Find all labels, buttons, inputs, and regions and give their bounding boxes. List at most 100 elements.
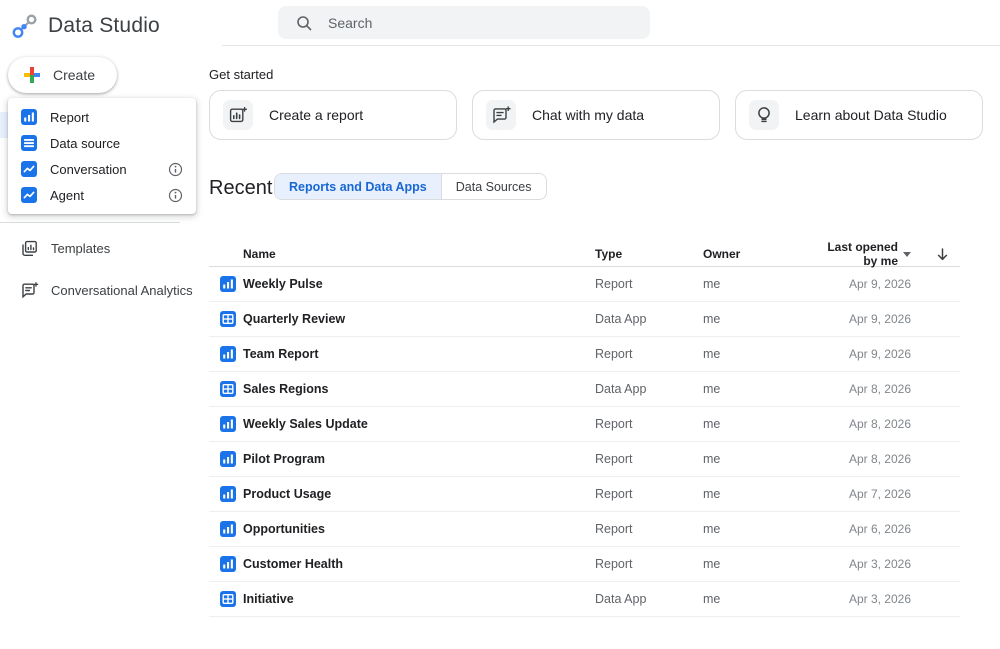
create-menu: Report Data source Conversation Agent xyxy=(8,98,196,214)
report-icon xyxy=(220,276,236,292)
home-link[interactable]: Data Studio xyxy=(10,11,160,41)
get-started-title: Get started xyxy=(209,67,273,82)
report-icon xyxy=(220,486,236,502)
data-source-icon xyxy=(21,135,37,151)
table-row[interactable]: Weekly Sales Update Report me Apr 8, 202… xyxy=(209,407,960,442)
conversational-analytics-icon xyxy=(20,281,39,300)
row-name: Initiative xyxy=(243,592,294,606)
report-icon xyxy=(220,346,236,362)
table-header: Name Type Owner Last opened by me xyxy=(209,240,960,267)
menu-item-label: Data source xyxy=(50,136,120,151)
row-type: Report xyxy=(595,487,703,501)
column-header-owner: Owner xyxy=(703,247,825,261)
row-name: Pilot Program xyxy=(243,452,325,466)
name-cell: Weekly Sales Update xyxy=(209,416,595,432)
table-row[interactable]: Weekly Pulse Report me Apr 9, 2026 xyxy=(209,267,960,302)
tab-data-sources[interactable]: Data Sources xyxy=(441,174,546,199)
name-cell: Opportunities xyxy=(209,521,595,537)
menu-item-report[interactable]: Report xyxy=(8,104,196,130)
table-body: Weekly Pulse Report me Apr 9, 2026 Quart… xyxy=(209,267,960,617)
menu-item-data-source[interactable]: Data source xyxy=(8,130,196,156)
chat-with-my-data-card[interactable]: Chat with my data xyxy=(472,90,720,140)
menu-item-label: Report xyxy=(50,110,89,125)
templates-icon xyxy=(20,239,39,258)
info-icon[interactable] xyxy=(168,188,183,203)
sidebar-item-templates[interactable]: Templates xyxy=(20,239,110,258)
row-last-opened: Apr 3, 2026 xyxy=(825,557,925,571)
sort-direction-descending-icon[interactable] xyxy=(925,247,960,262)
table-row[interactable]: Team Report Report me Apr 9, 2026 xyxy=(209,337,960,372)
data-app-icon xyxy=(220,311,236,327)
create-button[interactable]: Create xyxy=(8,57,117,93)
table-row[interactable]: Pilot Program Report me Apr 8, 2026 xyxy=(209,442,960,477)
row-name: Sales Regions xyxy=(243,382,328,396)
learn-about-data-studio-card[interactable]: Learn about Data Studio xyxy=(735,90,983,140)
tab-reports-and-data-apps[interactable]: Reports and Data Apps xyxy=(275,174,441,199)
sidebar-divider xyxy=(0,222,180,223)
app-title: Data Studio xyxy=(48,14,160,38)
row-last-opened: Apr 8, 2026 xyxy=(825,452,925,466)
table-row[interactable]: Opportunities Report me Apr 6, 2026 xyxy=(209,512,960,547)
row-owner: me xyxy=(703,277,825,291)
create-report-card[interactable]: Create a report xyxy=(209,90,457,140)
row-name: Weekly Sales Update xyxy=(243,417,368,431)
row-owner: me xyxy=(703,592,825,606)
sort-caret-icon xyxy=(903,252,911,257)
card-label: Chat with my data xyxy=(532,107,644,123)
table-row[interactable]: Sales Regions Data App me Apr 8, 2026 xyxy=(209,372,960,407)
get-started-cards: Create a report Chat with my data Learn … xyxy=(209,90,983,140)
recent-table: Name Type Owner Last opened by me xyxy=(209,240,960,617)
chat-plus-icon xyxy=(486,100,516,130)
menu-item-conversation[interactable]: Conversation xyxy=(8,156,196,182)
sidebar-item-conversational-analytics[interactable]: Conversational Analytics xyxy=(20,281,193,300)
row-owner: me xyxy=(703,557,825,571)
column-header-last-opened[interactable]: Last opened by me xyxy=(825,240,925,268)
name-cell: Sales Regions xyxy=(209,381,595,397)
lightbulb-icon xyxy=(749,100,779,130)
menu-item-label: Agent xyxy=(50,188,84,203)
card-label: Create a report xyxy=(269,107,363,123)
name-cell: Quarterly Review xyxy=(209,311,595,327)
name-cell: Initiative xyxy=(209,591,595,607)
row-last-opened: Apr 9, 2026 xyxy=(825,312,925,326)
info-icon[interactable] xyxy=(168,162,183,177)
row-last-opened: Apr 9, 2026 xyxy=(825,277,925,291)
row-type: Report xyxy=(595,417,703,431)
row-type: Report xyxy=(595,522,703,536)
row-name: Opportunities xyxy=(243,522,325,536)
name-cell: Customer Health xyxy=(209,556,595,572)
column-header-name: Name xyxy=(209,247,595,261)
row-last-opened: Apr 8, 2026 xyxy=(825,382,925,396)
data-app-icon xyxy=(220,381,236,397)
report-icon xyxy=(220,416,236,432)
row-owner: me xyxy=(703,347,825,361)
data-studio-logo-icon xyxy=(10,11,40,41)
row-type: Report xyxy=(595,452,703,466)
menu-item-agent[interactable]: Agent xyxy=(8,182,196,208)
search-icon xyxy=(295,14,313,32)
row-name: Customer Health xyxy=(243,557,343,571)
create-report-icon xyxy=(223,100,253,130)
row-last-opened: Apr 6, 2026 xyxy=(825,522,925,536)
search-input[interactable]: Search xyxy=(278,6,650,39)
create-button-label: Create xyxy=(53,67,95,83)
row-type: Report xyxy=(595,557,703,571)
table-row[interactable]: Product Usage Report me Apr 7, 2026 xyxy=(209,477,960,512)
row-owner: me xyxy=(703,487,825,501)
row-name: Weekly Pulse xyxy=(243,277,323,291)
chart-line-icon xyxy=(21,187,37,203)
row-type: Data App xyxy=(595,312,703,326)
column-header-type: Type xyxy=(595,247,703,261)
selected-nav-item-sliver xyxy=(0,112,8,138)
row-last-opened: Apr 3, 2026 xyxy=(825,592,925,606)
table-row[interactable]: Customer Health Report me Apr 3, 2026 xyxy=(209,547,960,582)
row-owner: me xyxy=(703,522,825,536)
sidebar-item-label: Templates xyxy=(51,241,110,256)
data-app-icon xyxy=(220,591,236,607)
card-label: Learn about Data Studio xyxy=(795,107,947,123)
table-row[interactable]: Initiative Data App me Apr 3, 2026 xyxy=(209,582,960,617)
table-row[interactable]: Quarterly Review Data App me Apr 9, 2026 xyxy=(209,302,960,337)
recent-title: Recent xyxy=(209,177,272,200)
row-last-opened: Apr 7, 2026 xyxy=(825,487,925,501)
row-name: Product Usage xyxy=(243,487,331,501)
